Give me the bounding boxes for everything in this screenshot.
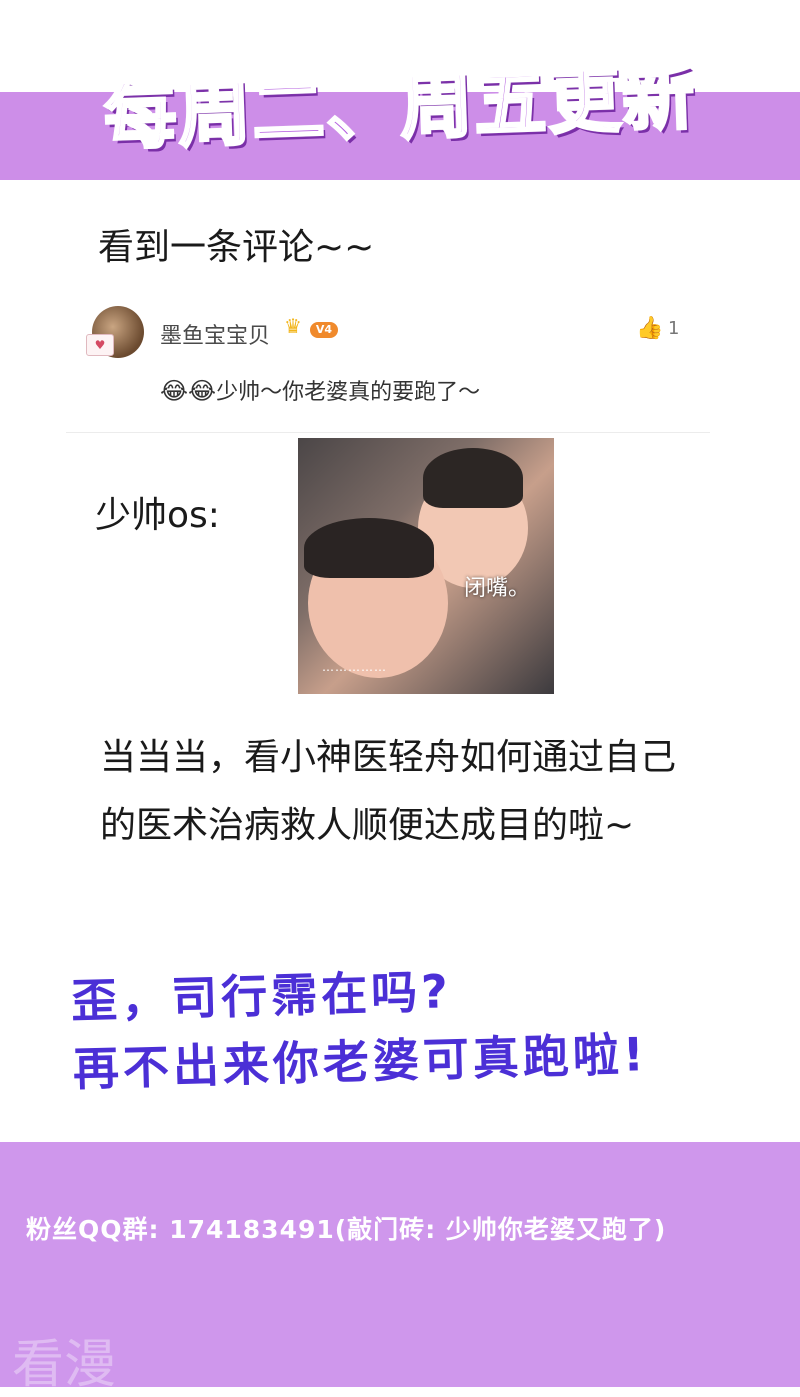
- meme-photo: 闭嘴。 ……………: [298, 438, 554, 694]
- letter-heart-icon: ♥: [86, 334, 114, 356]
- level-badge: V4: [310, 322, 338, 338]
- comment-text: 😂😂少帅～你老婆真的要跑了～: [160, 374, 480, 406]
- comment-username[interactable]: 墨鱼宝宝贝: [160, 318, 270, 350]
- crown-icon: ♛: [284, 314, 302, 338]
- meme-caption: 闭嘴。: [464, 576, 531, 601]
- meme-dots: ……………: [322, 660, 387, 674]
- child-hair-right: [423, 448, 523, 508]
- story-text: 当当当，看小神医轻舟如何通过自己的医术治病救人顺便达成目的啦~: [100, 737, 677, 846]
- watermark: 看漫: [12, 1335, 117, 1395]
- child-hair-left: [304, 518, 434, 578]
- like-count: 1: [668, 318, 680, 339]
- fan-group-text: 粉丝QQ群: 174183491(敲门砖: 少帅你老婆又跑了): [26, 1215, 667, 1244]
- comment-card: ♥ 墨鱼宝宝贝 ♛ V4 👍 1 😂😂少帅～你老婆真的要跑了～: [66, 296, 710, 433]
- footer: 粉丝QQ群: 174183491(敲门砖: 少帅你老婆又跑了) 看漫: [0, 1142, 800, 1395]
- callout: 歪，司行霈在吗? 再不出来你老婆可真跑啦!: [70, 949, 773, 1103]
- intro-text: 看到一条评论~~: [98, 227, 375, 268]
- thumbs-up-icon[interactable]: 👍: [636, 316, 663, 341]
- os-label: 少帅os:: [95, 495, 220, 536]
- laughing-emoji-icon: 😂😂: [160, 377, 217, 405]
- comment-body: 少帅～你老婆真的要跑了～: [216, 380, 481, 405]
